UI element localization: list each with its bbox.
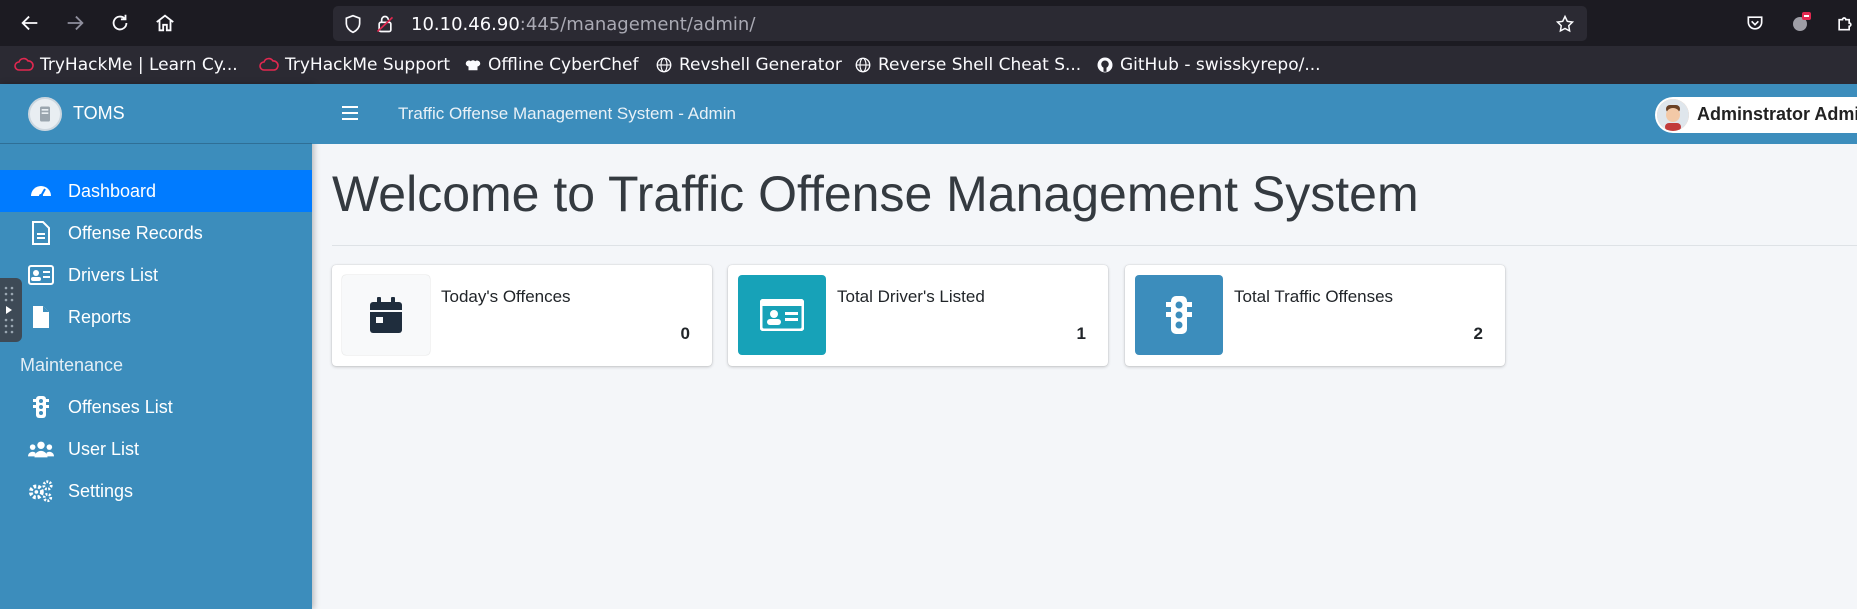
users-icon	[28, 436, 54, 462]
shield-icon[interactable]	[343, 14, 363, 34]
arrow-right-icon	[67, 15, 84, 31]
pocket-icon	[1747, 16, 1763, 30]
card-value: 1	[1076, 324, 1086, 343]
bookmark-reverse-shell-cheat[interactable]: Reverse Shell Cheat S...	[854, 54, 1081, 76]
tryhackme-icon	[14, 57, 34, 71]
card-title: Total Traffic Offenses	[1234, 287, 1394, 306]
card-value: 0	[680, 324, 690, 343]
sidebar-item-label: Settings	[68, 480, 134, 501]
sidebar-item-label: Offense Records	[68, 222, 203, 243]
file-icon	[28, 304, 54, 330]
calendar-icon	[342, 275, 430, 355]
card-title: Total Driver's Listed	[837, 287, 985, 306]
user-menu[interactable]: Adminstrator Admin	[1655, 97, 1857, 133]
brand-logo	[28, 97, 62, 131]
cogs-icon	[28, 478, 54, 504]
traffic-light-icon	[28, 394, 54, 420]
extension-icon	[1793, 12, 1811, 31]
dashboard-gauge-icon	[28, 178, 54, 204]
drawer-handle[interactable]	[0, 278, 22, 342]
sidebar-item-dashboard[interactable]: Dashboard	[0, 170, 312, 212]
top-navbar: Traffic Offense Management System - Admi…	[312, 84, 1857, 144]
bookmark-label: Offline CyberChef	[488, 55, 639, 75]
url-host: 10.10.46.90	[411, 14, 520, 35]
globe-icon	[656, 57, 672, 73]
insecure-lock-icon[interactable]	[375, 14, 395, 34]
forward-button[interactable]	[60, 8, 90, 38]
drag-handle-icon	[4, 286, 14, 334]
tryhackme-icon	[259, 57, 279, 71]
github-icon	[1097, 57, 1113, 73]
stat-card-drivers-listed: Total Driver's Listed 1	[728, 265, 1108, 366]
logo-icon	[40, 106, 50, 122]
sidebar-item-user-list[interactable]: User List	[0, 428, 312, 470]
bookmark-tryhackme[interactable]: TryHackMe | Learn Cy...	[14, 54, 238, 76]
sidebar-section-maintenance: Maintenance	[20, 355, 124, 375]
bookmark-label: TryHackMe | Learn Cy...	[40, 55, 238, 75]
bookmark-label: TryHackMe Support	[285, 55, 451, 75]
brand-name: TOMS	[73, 103, 125, 123]
card-value: 2	[1473, 324, 1483, 343]
hamburger-icon	[342, 106, 358, 120]
bookmark-cyberchef[interactable]: Offline CyberChef	[464, 54, 638, 76]
sidebar-item-label: Drivers List	[68, 264, 159, 285]
chef-hat-icon	[465, 60, 481, 71]
traffic-light-icon	[1135, 275, 1223, 355]
bookmark-revshell-generator[interactable]: Revshell Generator	[655, 54, 842, 76]
bookmark-tryhackme-support[interactable]: TryHackMe Support	[259, 54, 450, 76]
user-name: Adminstrator Admin	[1697, 104, 1857, 124]
globe-icon	[855, 57, 871, 73]
back-button[interactable]	[15, 8, 45, 38]
url-path: :445/management/admin/	[519, 14, 756, 35]
puzzle-icon	[1838, 17, 1852, 31]
sidebar: TOMS Dashboard Offense Records Drivers L…	[0, 84, 312, 609]
stat-card-todays-offences: Today's Offences 0	[332, 265, 712, 366]
star-icon[interactable]	[1555, 14, 1575, 34]
reload-icon	[112, 14, 128, 31]
card-title: Today's Offences	[441, 287, 571, 306]
sidebar-item-label: Reports	[68, 306, 132, 327]
extension-button[interactable]	[1785, 8, 1815, 38]
file-text-icon	[28, 220, 54, 246]
extensions-menu-button[interactable]	[1830, 8, 1857, 38]
home-icon	[156, 14, 174, 32]
sidebar-item-reports[interactable]: Reports	[0, 296, 312, 338]
sidebar-item-label: Dashboard	[68, 180, 157, 201]
sidebar-item-settings[interactable]: Settings	[0, 470, 312, 512]
url-bar[interactable]: 10.10.46.90:445/management/admin/	[333, 6, 1587, 41]
sidebar-toggle-button[interactable]	[342, 105, 362, 123]
bookmark-label: GitHub - swisskyrepo/...	[1120, 55, 1321, 75]
id-card-icon	[28, 262, 54, 288]
stat-card-traffic-offenses: Total Traffic Offenses 2	[1125, 265, 1505, 366]
bookmark-github[interactable]: GitHub - swisskyrepo/...	[1096, 54, 1321, 76]
bookmarks-bar: TryHackMe | Learn Cy... TryHackMe Suppor…	[0, 46, 1857, 84]
home-button[interactable]	[150, 8, 180, 38]
divider	[332, 245, 1857, 246]
pocket-button[interactable]	[1740, 8, 1770, 38]
sidebar-item-drivers-list[interactable]: Drivers List	[0, 254, 312, 296]
url-text[interactable]: 10.10.46.90:445/management/admin/	[411, 14, 755, 35]
bookmark-label: Revshell Generator	[679, 55, 842, 75]
sidebar-item-offenses-list[interactable]: Offenses List	[0, 386, 312, 428]
reload-button[interactable]	[105, 8, 135, 38]
id-card-icon	[738, 275, 826, 355]
brand[interactable]: TOMS	[0, 84, 312, 144]
sidebar-item-label: User List	[68, 438, 140, 459]
sidebar-item-label: Offenses List	[68, 396, 173, 417]
sidebar-item-offense-records[interactable]: Offense Records	[0, 212, 312, 254]
avatar	[1657, 99, 1689, 131]
welcome-heading: Welcome to Traffic Offense Management Sy…	[332, 166, 1419, 222]
bookmark-label: Reverse Shell Cheat S...	[878, 55, 1082, 75]
page-title: Traffic Offense Management System - Admi…	[398, 104, 736, 123]
arrow-left-icon	[21, 15, 38, 31]
browser-toolbar: 10.10.46.90:445/management/admin/	[0, 0, 1857, 46]
